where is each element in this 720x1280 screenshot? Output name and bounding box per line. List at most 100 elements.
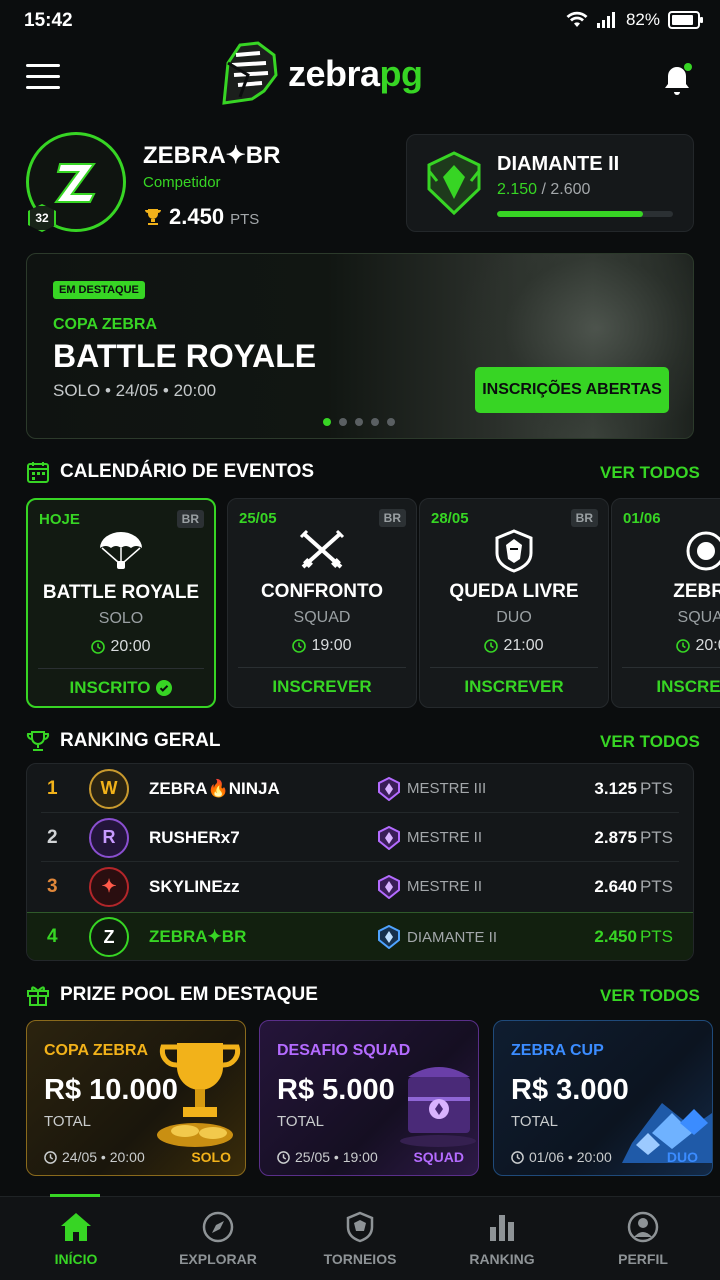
rank-card[interactable]: DIAMANTE II 2.150 / 2.600: [406, 134, 694, 232]
logo-text: zebrapg: [288, 53, 423, 95]
player-avatar: ✦: [89, 866, 129, 907]
clock-icon: [511, 1150, 524, 1164]
prize-card[interactable]: ZEBRA CUP R$ 3.000 TOTAL 01/06 • 20:00 D…: [493, 1020, 713, 1176]
rank-progress-fill: [497, 211, 644, 217]
clock-icon: [676, 639, 691, 653]
clock-icon: [277, 1150, 290, 1164]
nav-item-ranking[interactable]: RANKING: [442, 1211, 562, 1267]
player-name: RUSHERx7: [149, 827, 240, 847]
logo-text-main: zebra: [288, 53, 380, 94]
carousel-dot[interactable]: [387, 418, 395, 426]
carousel-dot[interactable]: [371, 418, 379, 426]
ranking-row-current-user[interactable]: 4 Z ZEBRA✦BR DIAMANTE II 2.450 PTS: [27, 912, 693, 960]
ranking-row[interactable]: 1 W ZEBRA🔥NINJA MESTRE III 3.125 PTS: [27, 764, 693, 813]
nav-item-explore[interactable]: EXPLORAR: [158, 1211, 278, 1267]
bar-chart-icon: [490, 1215, 514, 1241]
rank-progress-text: 2.150 / 2.600: [497, 181, 590, 199]
event-card[interactable]: 28/05 BR QUEDA LIVRE DUO 21:00 INSCREVER: [419, 498, 609, 708]
ranking-see-all-link[interactable]: VER TODOS: [600, 732, 700, 752]
events-carousel[interactable]: HOJE BR BATTLE ROYALE SOLO 20:00 INSCRIT…: [26, 498, 720, 710]
player-points-unit: PTS: [639, 827, 673, 847]
carousel-dot[interactable]: [323, 418, 331, 426]
event-date: HOJE: [39, 511, 80, 528]
event-registered-status[interactable]: INSCRITO: [28, 678, 214, 698]
prize-name: DESAFIO SQUAD: [277, 1042, 411, 1059]
player-points: 3.125 PTS: [594, 779, 673, 799]
carousel-dot[interactable]: [355, 418, 363, 426]
prize-mode: SQUAD: [413, 1149, 464, 1165]
event-time-value: 19:00: [311, 637, 352, 654]
ranking-row[interactable]: 2 R RUSHERx7 MESTRE II 2.875 PTS: [27, 813, 693, 862]
calendar-title: CALENDÁRIO DE EVENTOS: [60, 461, 315, 482]
check-circle-icon: [156, 680, 173, 696]
event-register-button[interactable]: INSCREVER: [420, 677, 608, 697]
nav-item-home[interactable]: INÍCIO: [16, 1211, 136, 1267]
gift-icon: [27, 986, 49, 1006]
event-card[interactable]: 25/05 BR CONFRONTO SQUAD 19:00 INSCREVER: [227, 498, 417, 708]
banner-title: BATTLE ROYALE: [53, 338, 317, 374]
prize-value: R$ 10.000: [44, 1074, 178, 1106]
event-card[interactable]: HOJE BR BATTLE ROYALE SOLO 20:00 INSCRIT…: [26, 498, 216, 708]
prize-pool-title: PRIZE POOL EM DESTAQUE: [60, 984, 318, 1005]
player-points-value: 2.450: [594, 927, 637, 946]
player-avatar: W: [89, 768, 129, 809]
player-points: 2.640 PTS: [594, 877, 673, 897]
calendar-icon: [27, 462, 49, 483]
player-points-unit: PTS: [639, 778, 673, 798]
user-circle-icon: [627, 1211, 659, 1243]
event-register-button[interactable]: INSCREVER: [228, 677, 416, 697]
ranking-position: 3: [47, 875, 58, 897]
battery-percent: 82%: [625, 10, 660, 29]
event-time: 20:00: [612, 637, 720, 655]
event-time: 20:00: [28, 638, 214, 656]
prize-card[interactable]: DESAFIO SQUAD R$ 5.000 TOTAL 25/05 • 19:…: [259, 1020, 479, 1176]
ranking-row[interactable]: 3 ✦ SKYLINEzz MESTRE II 2.640 PTS: [27, 862, 693, 911]
shield-crest-icon: [346, 1211, 374, 1243]
bell-icon: [665, 63, 692, 95]
trophy-outline-icon: [26, 731, 50, 751]
event-card[interactable]: 01/06 BR ZEBRA SQUAD 20:00 INSCREVER: [611, 498, 720, 708]
ranking-position: 1: [47, 777, 58, 799]
ranking-header: RANKING GERAL: [26, 729, 220, 753]
rank-progress-target: / 2.600: [541, 181, 591, 198]
nav-active-indicator: [50, 1194, 100, 1197]
calendar-see-all-link[interactable]: VER TODOS: [600, 463, 700, 483]
player-tier: DIAMANTE II: [377, 925, 497, 949]
event-region-badge: BR: [570, 509, 598, 527]
carousel-dots[interactable]: [323, 418, 395, 426]
user-points-label: PTS: [230, 210, 260, 228]
wifi-icon: [566, 11, 588, 27]
event-register-button[interactable]: INSCREVER: [612, 677, 720, 697]
status-time: 15:42: [24, 10, 73, 31]
signal-icon: [596, 12, 615, 28]
featured-tag: EM DESTAQUE: [53, 281, 145, 299]
prize-value: R$ 3.000: [511, 1074, 629, 1106]
player-points-value: 3.125: [594, 778, 637, 798]
event-date: 01/06: [623, 510, 661, 527]
rank-progress-current: 2.150: [497, 181, 538, 198]
carousel-dot[interactable]: [339, 418, 347, 426]
treasure-chest-icon: [400, 1067, 476, 1147]
prize-date: 25/05 • 19:00: [277, 1149, 378, 1165]
nav-item-tournaments[interactable]: TORNEIOS: [300, 1211, 420, 1267]
rank-progress-bar: [497, 211, 673, 217]
player-points-unit: PTS: [639, 876, 673, 896]
event-mode: SQUAD: [293, 609, 351, 626]
player-avatar: R: [89, 817, 129, 858]
prize-value: R$ 5.000: [277, 1074, 395, 1106]
notifications-button[interactable]: [660, 62, 692, 96]
player-avatar: Z: [89, 917, 129, 957]
registration-open-button[interactable]: INSCRIÇÕES ABERTAS: [475, 367, 669, 413]
prize-card[interactable]: COPA ZEBRA R$ 10.000 TOTAL 24/05 • 20:00…: [26, 1020, 246, 1176]
menu-button[interactable]: [26, 64, 60, 92]
nav-item-label: TORNEIOS: [323, 1251, 397, 1267]
event-name: QUEDA LIVRE: [449, 581, 579, 602]
master-rank-icon: [378, 825, 400, 850]
featured-banner[interactable]: EM DESTAQUE COPA ZEBRA BATTLE ROYALE SOL…: [26, 253, 694, 439]
prize-see-all-link[interactable]: VER TODOS: [600, 986, 700, 1006]
event-mode: SQUAD: [677, 609, 720, 626]
nav-item-profile[interactable]: PERFIL: [583, 1211, 703, 1267]
home-icon: [61, 1213, 91, 1241]
prize-date: 24/05 • 20:00: [44, 1149, 145, 1165]
player-points-value: 2.640: [594, 876, 637, 896]
